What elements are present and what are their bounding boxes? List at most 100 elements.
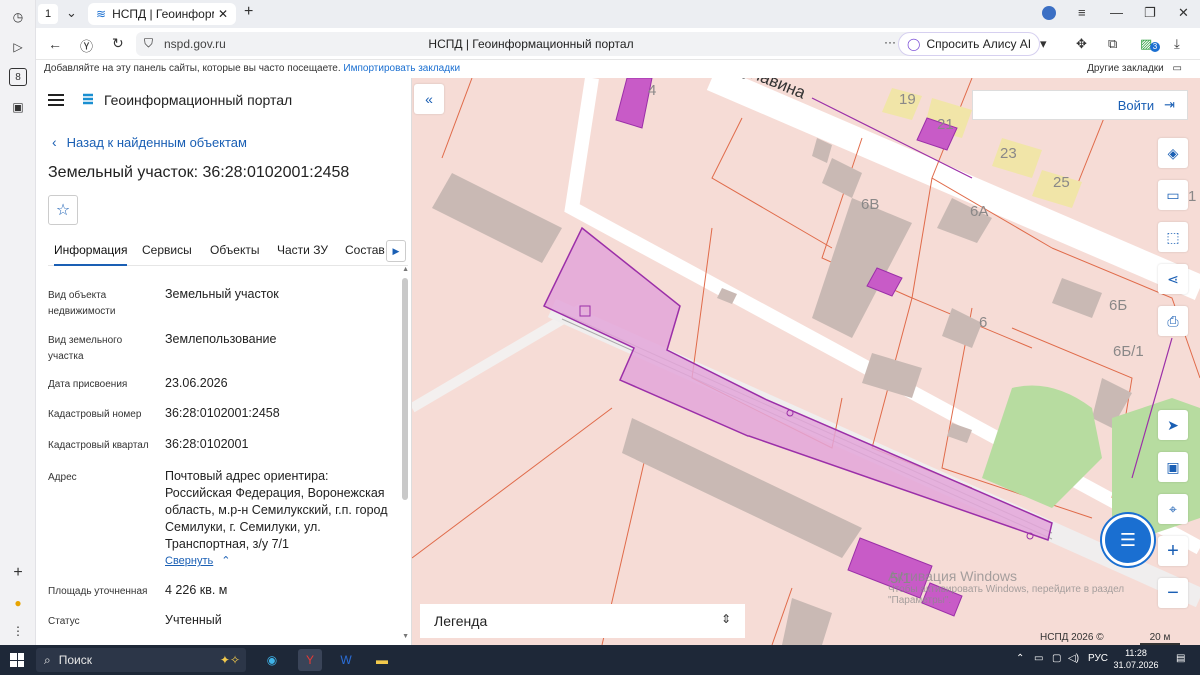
panel-header: Геоинформационный портал: [48, 90, 292, 110]
star-icon: ☆: [55, 202, 71, 219]
yandex-icon[interactable]: Ⓨ: [80, 36, 93, 55]
edge-icon[interactable]: ◉: [260, 649, 284, 671]
object-info-panel: Геоинформационный портал ‹ Назад к найде…: [36, 78, 412, 645]
collapse-link[interactable]: Свернуть ⌃: [165, 554, 230, 567]
mail-icon[interactable]: ●: [9, 594, 27, 612]
close-tab-icon[interactable]: ✕: [218, 7, 228, 21]
chevron-down-icon[interactable]: ⌄: [66, 5, 77, 21]
screenshot-icon[interactable]: ⧉: [1108, 36, 1117, 52]
layers-button[interactable]: ◈: [1158, 138, 1188, 168]
extensions-icon[interactable]: ✥: [1076, 36, 1087, 52]
house-label: 6Б/1: [1113, 343, 1144, 360]
info-row-label: Кадастровый квартал: [48, 440, 149, 451]
language-indicator[interactable]: РУС: [1088, 653, 1108, 664]
new-tab-icon[interactable]: +: [244, 3, 253, 21]
legend-label: Легенда: [434, 613, 488, 629]
minimize-icon[interactable]: —: [1110, 5, 1123, 20]
info-row-value: Почтовый адрес ориентира: Российская Фед…: [165, 469, 388, 551]
display-icon[interactable]: ▢: [1052, 653, 1061, 664]
chat-button[interactable]: ☰: [1102, 514, 1154, 566]
notifications-icon[interactable]: ≡: [1078, 5, 1086, 20]
back-arrow-icon[interactable]: ←: [48, 36, 62, 52]
taskbar-clock[interactable]: 11:28 31.07.2026: [1108, 647, 1164, 671]
locate-button[interactable]: ➤: [1158, 410, 1188, 440]
windows-start-icon[interactable]: [10, 653, 24, 667]
back-to-results-link[interactable]: ‹ Назад к найденным объектам: [52, 134, 247, 150]
more-dots-icon[interactable]: ···: [884, 35, 896, 49]
yandex-browser-icon[interactable]: Y: [298, 649, 322, 671]
info-row-value: Учтенный: [165, 613, 222, 627]
scale-bar: 20 м: [1140, 632, 1180, 645]
file-explorer-icon[interactable]: ▬: [370, 649, 394, 671]
panel-scrollbar[interactable]: [402, 278, 408, 500]
house-label: 1: [1188, 188, 1197, 205]
tabs-scroll-right-button[interactable]: ▶: [386, 240, 406, 262]
scroll-down-icon[interactable]: ▼: [402, 633, 409, 640]
print-button[interactable]: ⎙: [1158, 306, 1188, 336]
profile-avatar[interactable]: [1042, 6, 1056, 20]
word-icon[interactable]: W: [334, 649, 358, 671]
measure-button[interactable]: ▭: [1158, 180, 1188, 210]
layers-icon: ◈: [1167, 144, 1179, 161]
volume-icon[interactable]: ◁): [1068, 653, 1079, 664]
legend-bar[interactable]: Легенда ⇕: [420, 604, 745, 638]
tab-objects[interactable]: Объекты: [210, 243, 260, 257]
tab-info[interactable]: Информация: [54, 243, 128, 266]
zoom-in-button[interactable]: +: [1158, 536, 1188, 566]
collections-icon[interactable]: ▾: [1040, 36, 1047, 52]
app-8-icon[interactable]: 8: [9, 68, 27, 86]
favorite-button[interactable]: ☆: [48, 195, 78, 225]
browser-tab[interactable]: ≋ НСПД | Геоинформацио ✕: [88, 3, 236, 25]
info-row-label: Статус: [48, 616, 80, 627]
play-icon[interactable]: ▷: [9, 38, 27, 56]
add-panel-icon[interactable]: +: [9, 564, 27, 582]
house-label: 19: [899, 91, 916, 108]
navigation-arrow-icon: ➤: [1167, 416, 1179, 433]
share-button[interactable]: ⋖: [1158, 264, 1188, 294]
tab-counter[interactable]: 1: [38, 4, 58, 24]
watermark-title: Активация Windows: [888, 568, 1018, 584]
watermark-text: Чтобы активировать Windows, перейдите в …: [888, 584, 1125, 606]
menu-icon[interactable]: [48, 94, 64, 106]
map-canvas: [412, 78, 1200, 645]
location-pin-button[interactable]: ⌖: [1158, 494, 1188, 524]
alice-icon: ◯: [907, 37, 921, 51]
gallery-icon[interactable]: ▣: [9, 98, 27, 116]
selected-parcel[interactable]: [542, 226, 1053, 541]
portal-title: Геоинформационный портал: [104, 92, 293, 108]
history-icon[interactable]: ◷: [9, 8, 27, 26]
scroll-up-icon[interactable]: ▲: [402, 266, 409, 273]
tab-parts[interactable]: Части ЗУ: [277, 243, 328, 257]
network-icon[interactable]: ▭: [1034, 653, 1043, 664]
minimap-button[interactable]: ▣: [1158, 452, 1188, 482]
chevron-left-icon: ‹: [52, 134, 57, 150]
close-window-icon[interactable]: ✕: [1178, 5, 1189, 21]
more-icon[interactable]: ⋮: [9, 622, 27, 640]
ask-alice-button[interactable]: ◯ Спросить Алису AI: [898, 32, 1041, 56]
download-icon[interactable]: ⤓: [1174, 36, 1180, 52]
reload-icon[interactable]: ↻: [112, 35, 124, 52]
import-bookmarks-link[interactable]: Импортировать закладки: [343, 63, 460, 74]
browser-side-rail: ◷ ▷ 8 ▣ + ● ⋮: [0, 0, 36, 645]
taskbar-search[interactable]: ⌕ Поиск ✦✧: [36, 648, 246, 672]
tab-services[interactable]: Сервисы: [142, 243, 192, 257]
expand-collapse-icon: ⇕: [720, 612, 731, 626]
select-area-button[interactable]: ⬚: [1158, 222, 1188, 252]
house-label: 23: [1000, 145, 1017, 162]
collapse-panel-button[interactable]: «: [414, 84, 444, 114]
cadastral-map[interactable]: улавина 4 19 21 23 25 6В 6А 1 6Б 6 6Б/1 …: [412, 78, 1200, 645]
house-label: 6А: [970, 203, 989, 220]
house-label: 21: [937, 116, 954, 133]
zoom-out-button[interactable]: −: [1158, 578, 1188, 608]
other-bookmarks-label: Другие закладки: [1087, 63, 1164, 74]
login-button[interactable]: Войти ⇥: [972, 90, 1188, 120]
url-field[interactable]: ⛉ НСПД | Геоинформационный портал nspd.g…: [136, 32, 926, 56]
parcel-boundaries: [412, 78, 1200, 645]
tray-chevron-icon[interactable]: ⌃: [1016, 653, 1024, 664]
restore-icon[interactable]: ❐: [1144, 5, 1156, 21]
tab-composition[interactable]: Состав: [345, 243, 385, 257]
notification-center-icon[interactable]: ▤: [1176, 653, 1185, 664]
browser-tab-bar: 1 ⌄ ≋ НСПД | Геоинформацио ✕ + ≡ — ❐ ✕: [36, 0, 1200, 28]
other-bookmarks[interactable]: Другие закладки ▭: [1087, 63, 1182, 74]
house-label: 25: [1053, 174, 1070, 191]
